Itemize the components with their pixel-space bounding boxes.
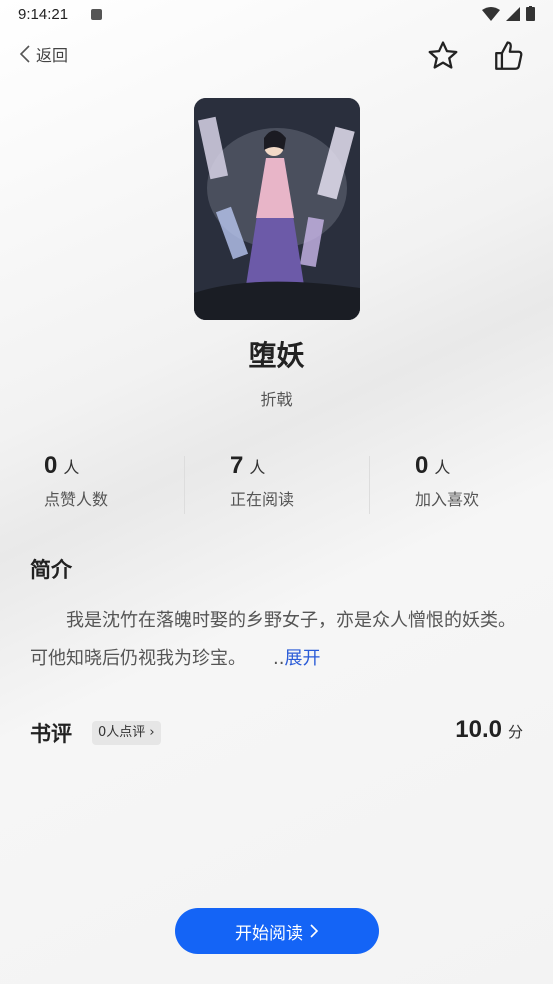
- book-cover[interactable]: [194, 98, 360, 320]
- wifi-icon: [482, 6, 500, 21]
- back-button[interactable]: 返回: [18, 42, 68, 66]
- signal-icon: [506, 6, 520, 21]
- stat-label: 加入喜欢: [415, 490, 480, 509]
- stat-label: 点赞人数: [44, 490, 109, 509]
- book-title: 堕妖: [248, 339, 305, 372]
- stat-value: 7: [230, 452, 244, 479]
- favorite-button[interactable]: [425, 38, 461, 74]
- stat-likes: 0人 点赞人数: [44, 452, 194, 510]
- review-title: 书评: [30, 722, 72, 746]
- stat-unit: 人: [249, 458, 266, 477]
- intro-title: 简介: [30, 558, 72, 582]
- score-value: 10.0: [455, 716, 502, 743]
- start-reading-button[interactable]: 开始阅读: [175, 908, 379, 954]
- stat-value: 0: [415, 452, 429, 479]
- like-button[interactable]: [491, 38, 527, 74]
- star-icon: [428, 41, 458, 69]
- status-time: 9:14:21: [18, 6, 69, 23]
- thumbs-up-icon: [495, 41, 523, 70]
- stat-unit: 人: [63, 458, 80, 477]
- book-author: 折戟: [260, 390, 293, 409]
- status-icons: [482, 6, 535, 21]
- stat-unit: 人: [434, 458, 451, 477]
- chevron-left-icon: [19, 45, 30, 63]
- back-label: 返回: [36, 46, 69, 65]
- chevron-right-icon: [310, 924, 319, 938]
- notification-icon: [91, 9, 102, 20]
- review-count-label: 0人点评: [98, 725, 146, 740]
- review-score: 10.0 分: [455, 716, 523, 744]
- stats-row: 0人 点赞人数 7人 正在阅读 0人 加入喜欢: [0, 452, 553, 516]
- intro-text: 我是沈竹在落魄时娶的乡野女子，亦是众人憎恨的妖类。 可他知晓后仍视我为珍宝。 .…: [30, 602, 543, 678]
- stat-favorites: 0人 加入喜欢: [415, 452, 553, 510]
- start-reading-label: 开始阅读: [235, 923, 303, 944]
- battery-icon: [526, 6, 535, 21]
- stat-value: 0: [44, 452, 58, 479]
- review-count-chip[interactable]: 0人点评 ›: [92, 721, 161, 745]
- chevron-right-icon: ›: [149, 725, 155, 740]
- expand-link[interactable]: 展开: [284, 648, 320, 669]
- status-bar: 9:14:21: [0, 0, 553, 30]
- score-unit: 分: [507, 723, 523, 741]
- cover-illustration: [194, 98, 360, 320]
- divider: [184, 456, 185, 514]
- top-actions: [425, 38, 527, 74]
- stat-label: 正在阅读: [230, 490, 295, 509]
- stat-reading: 7人 正在阅读: [230, 452, 380, 510]
- divider: [369, 456, 370, 514]
